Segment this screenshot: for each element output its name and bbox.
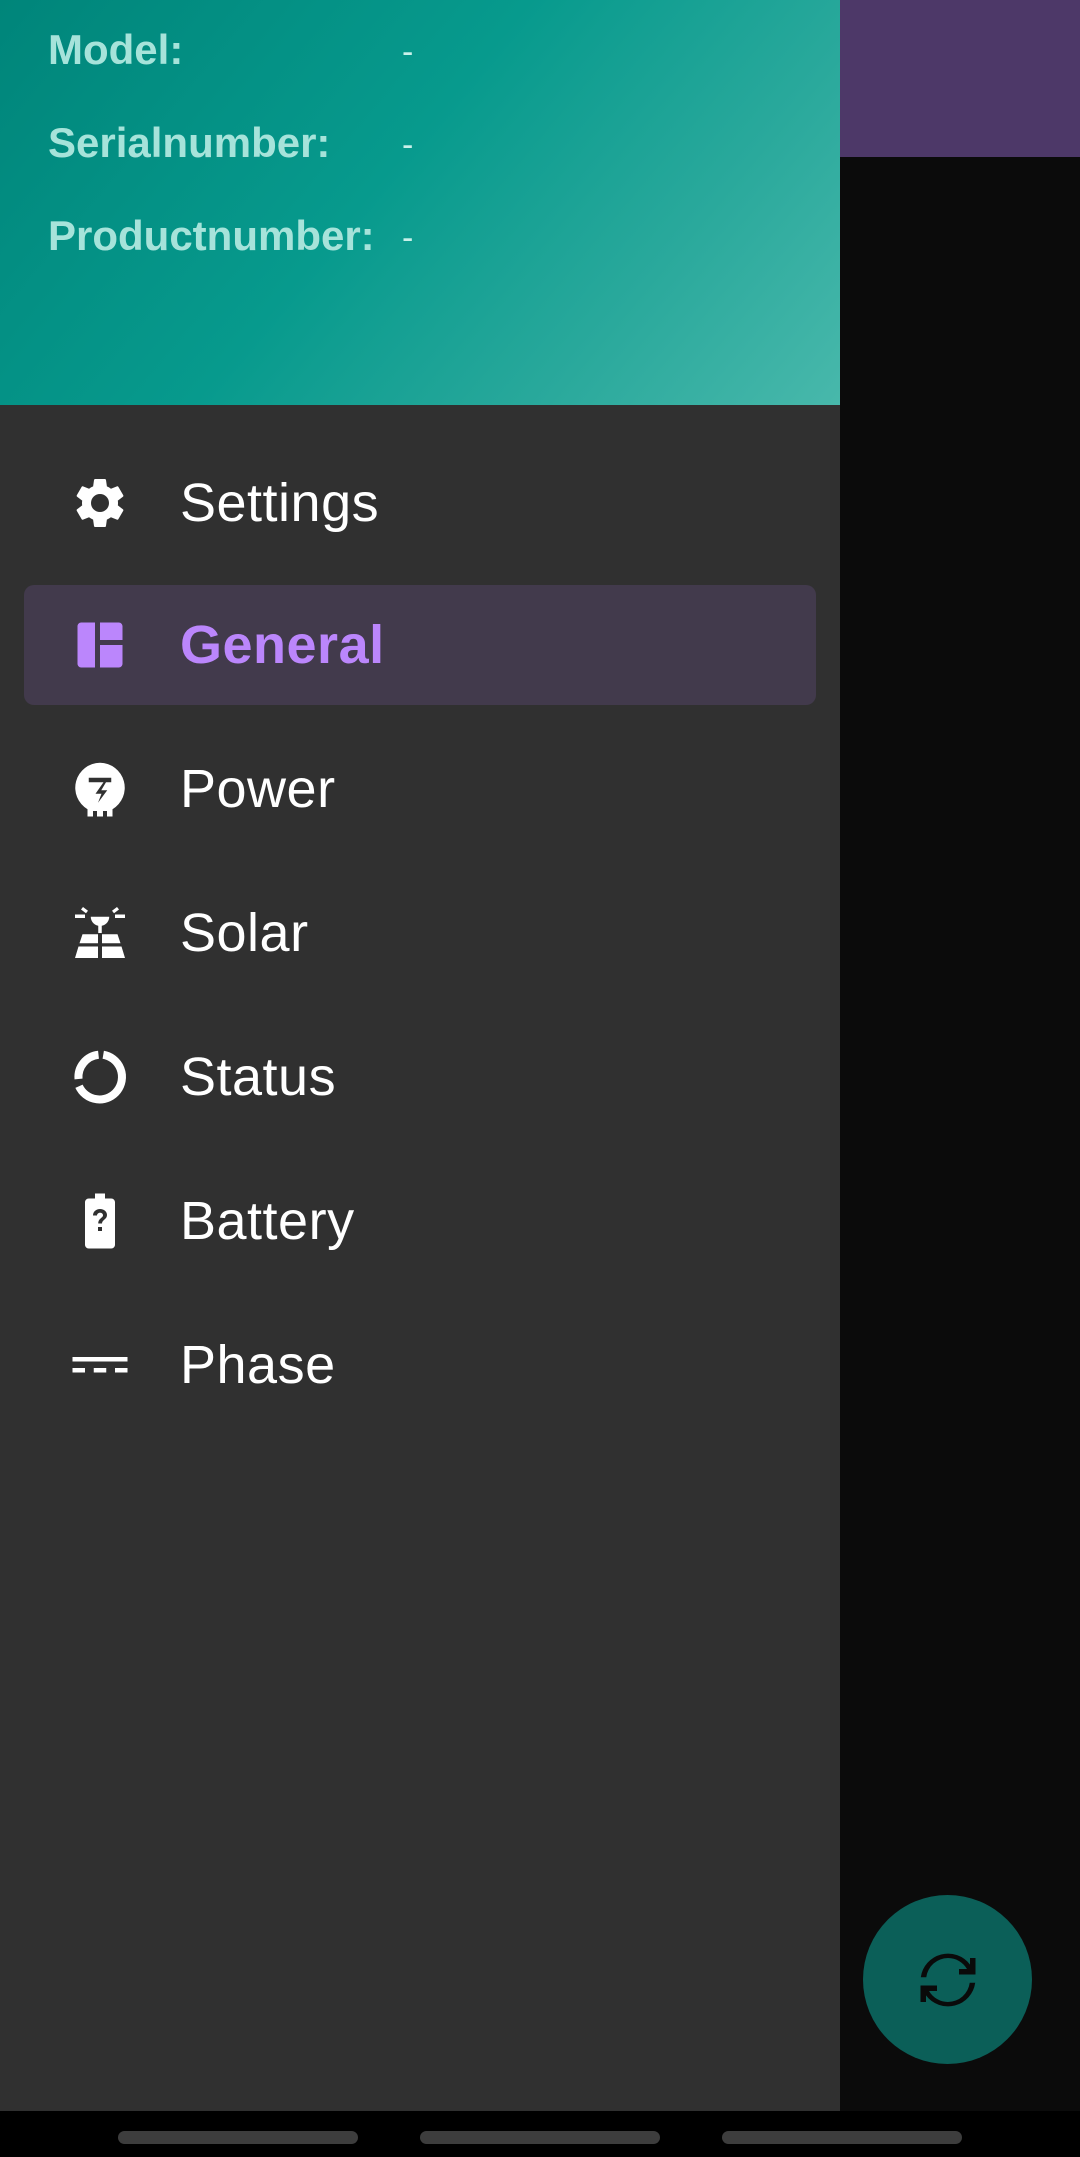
productnumber-label: Productnumber: (48, 212, 375, 259)
model-label: Model: (48, 26, 184, 73)
menu-item-power[interactable]: Power (24, 729, 816, 849)
menu-item-settings[interactable]: Settings (24, 443, 816, 563)
menu-label-battery: Battery (180, 1191, 355, 1251)
drawer-header: Model: - Serialnumber: - Productnumber: … (0, 0, 840, 405)
navigation-drawer: Model: - Serialnumber: - Productnumber: … (0, 0, 840, 2111)
menu-label-power: Power (180, 759, 336, 819)
refresh-icon (920, 1953, 975, 2006)
phase-dashes-icon (70, 1335, 130, 1395)
system-navigation-bar (0, 2111, 1080, 2157)
menu-label-general: General (180, 615, 385, 675)
menu-label-solar: Solar (180, 903, 309, 963)
serialnumber-row: Serialnumber: - (48, 113, 413, 173)
screen: Model: - Serialnumber: - Productnumber: … (0, 0, 1080, 2157)
progress-ring-icon (70, 1047, 130, 1107)
menu-label-status: Status (180, 1047, 337, 1107)
dashboard-icon (70, 615, 130, 675)
battery-unknown-icon (70, 1191, 130, 1251)
productnumber-row: Productnumber: - (48, 206, 413, 266)
model-value: - (402, 32, 414, 71)
nav-handle-right[interactable] (722, 2131, 962, 2144)
serialnumber-value: - (402, 125, 414, 164)
solar-panel-icon (70, 903, 130, 963)
productnumber-value: - (402, 218, 414, 257)
model-row: Model: - (48, 20, 413, 80)
nav-handle-center[interactable] (420, 2131, 660, 2144)
menu-item-status[interactable]: Status (24, 1017, 816, 1137)
gear-icon (70, 473, 130, 533)
menu-item-general[interactable]: General (24, 585, 816, 705)
serialnumber-label: Serialnumber: (48, 119, 331, 166)
menu-label-settings: Settings (180, 473, 380, 533)
menu-label-phase: Phase (180, 1335, 336, 1395)
menu-item-phase[interactable]: Phase (24, 1305, 816, 1425)
menu-item-battery[interactable]: Battery (24, 1161, 816, 1281)
power-plug-icon (70, 759, 130, 819)
menu-item-solar[interactable]: Solar (24, 873, 816, 993)
nav-handle-left[interactable] (118, 2131, 358, 2144)
refresh-button[interactable] (863, 1895, 1032, 2064)
